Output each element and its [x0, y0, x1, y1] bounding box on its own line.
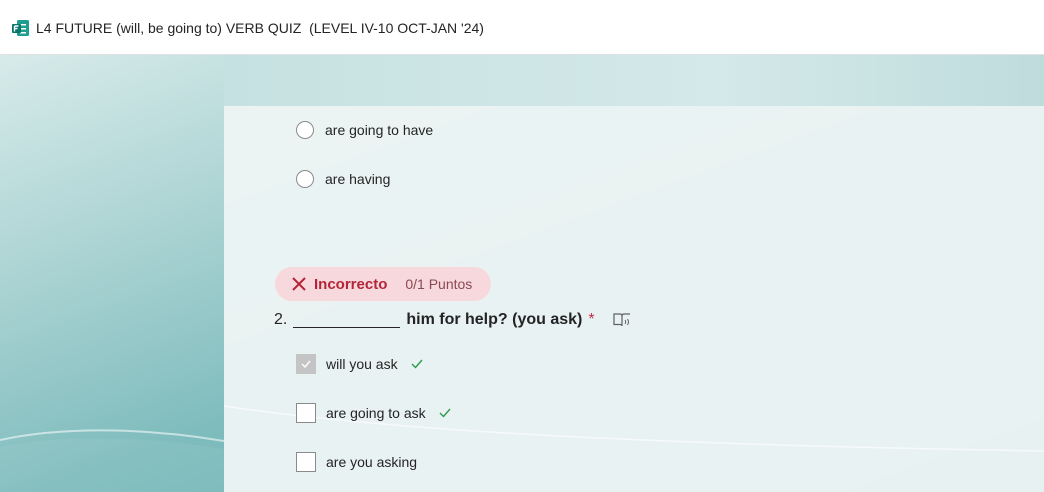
required-asterisk: *: [588, 311, 595, 328]
background-band: [224, 55, 1044, 106]
checkbox[interactable]: [296, 403, 316, 423]
q2-option-will-you-ask[interactable]: will you ask: [296, 354, 423, 374]
result-label: Incorrecto: [314, 275, 388, 293]
question-number: 2.: [274, 311, 288, 328]
question-2: 2. him for help? (you ask) *: [274, 311, 632, 329]
form-card: are going to have are having Incorrecto …: [224, 106, 1044, 492]
checkbox-checked[interactable]: [296, 354, 316, 374]
question-text: him for help? (you ask): [406, 311, 583, 328]
option-label: are having: [325, 171, 391, 187]
q1-option-are-having[interactable]: are having: [296, 170, 390, 188]
q1-option-are-going-to-have[interactable]: are going to have: [296, 121, 433, 139]
incorrect-x-icon: [292, 277, 306, 291]
checkbox[interactable]: [296, 452, 316, 472]
q2-option-are-going-to-ask[interactable]: are going to ask: [296, 403, 451, 423]
correct-check-icon: [411, 359, 423, 369]
background-wave: [0, 429, 224, 492]
check-icon: [301, 360, 311, 368]
immersive-reader-icon[interactable]: [612, 312, 632, 328]
correct-check-icon: [439, 408, 451, 418]
points-label: 0/1 Puntos: [405, 276, 473, 292]
option-label: are going to ask: [326, 405, 426, 421]
option-label: will you ask: [326, 356, 398, 372]
q2-option-are-you-asking[interactable]: are you asking: [296, 452, 417, 472]
option-label: are you asking: [326, 454, 418, 470]
radio-button[interactable]: [296, 121, 314, 139]
radio-button[interactable]: [296, 170, 314, 188]
fill-blank-line: [293, 313, 401, 328]
top-bar: L4 FUTURE (will, be going to) VERB QUIZ …: [0, 0, 1044, 55]
result-badge: Incorrecto 0/1 Puntos: [275, 267, 491, 301]
form-title: L4 FUTURE (will, be going to) VERB QUIZ …: [36, 20, 484, 36]
forms-app-icon: [12, 20, 29, 36]
option-label: are going to have: [325, 122, 434, 138]
